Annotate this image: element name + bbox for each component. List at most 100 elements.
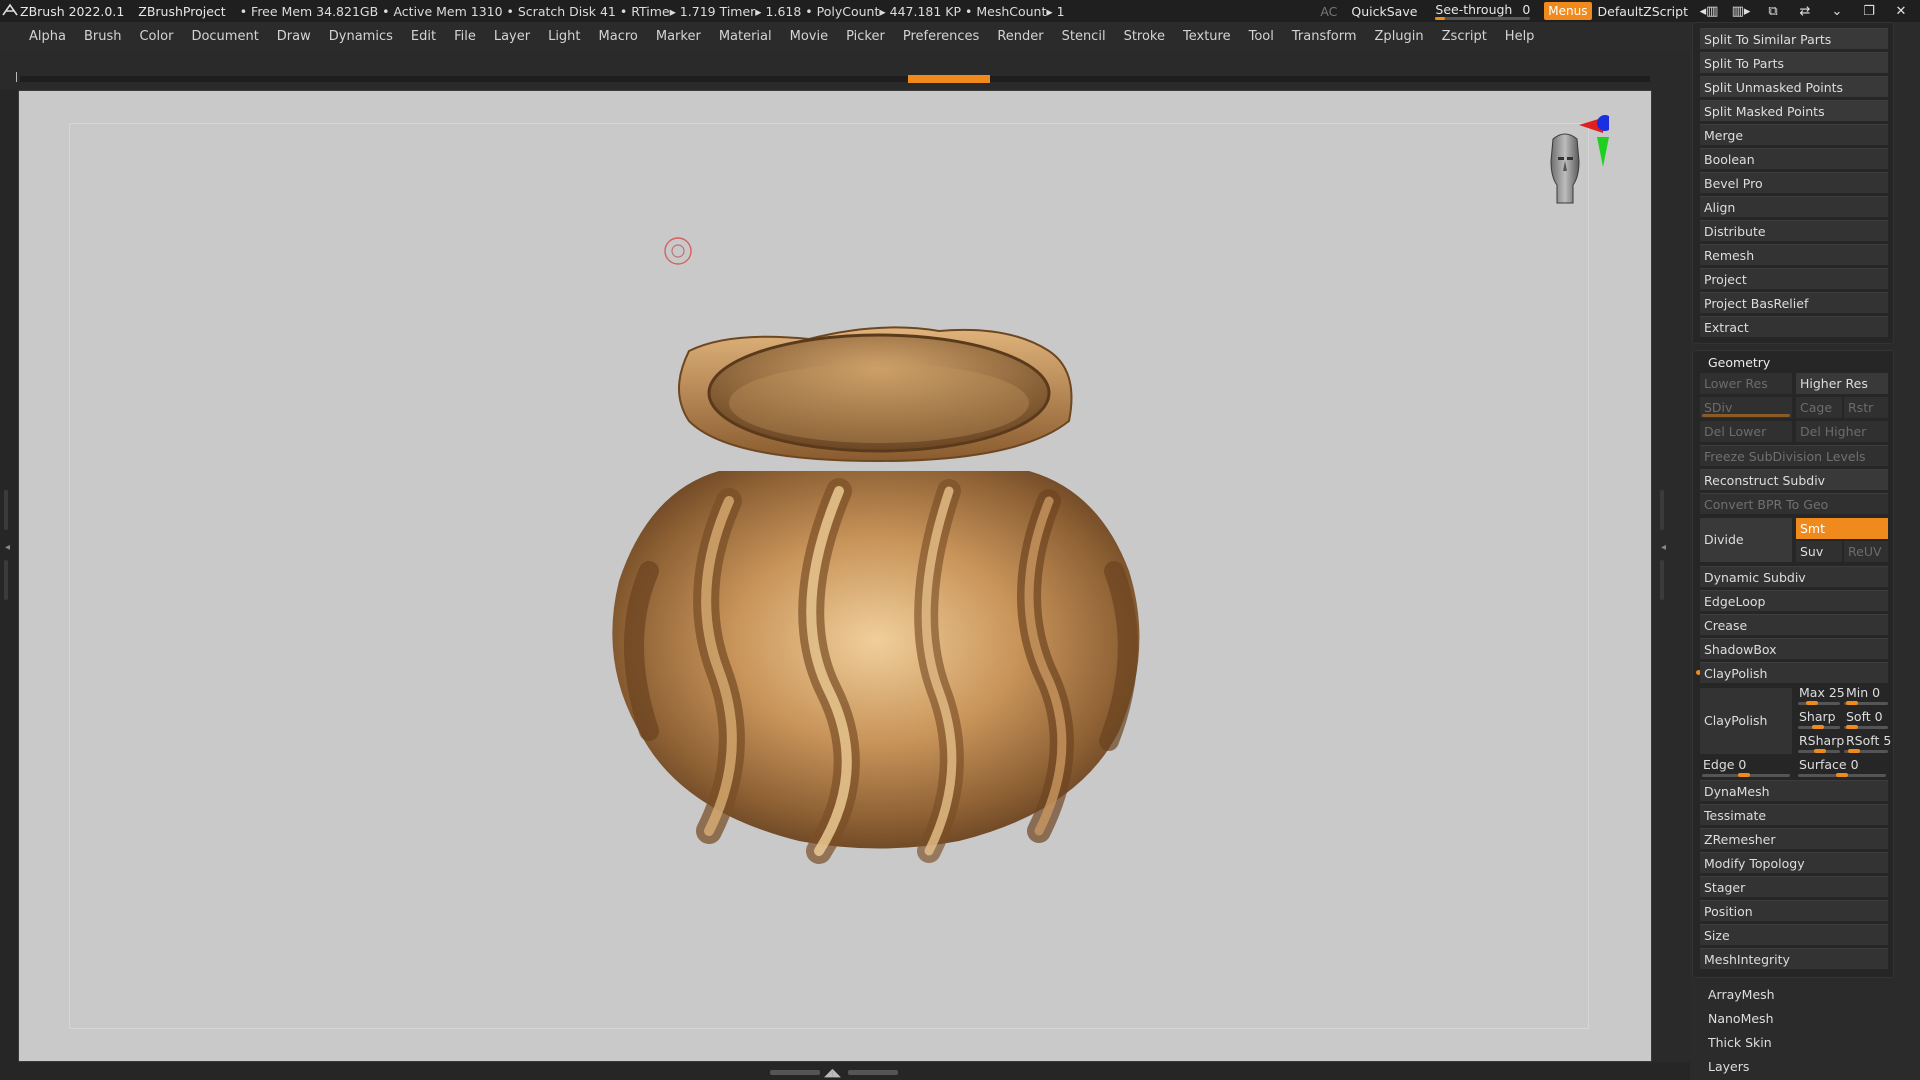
close-icon[interactable]: ✕	[1890, 4, 1912, 19]
boolean-button[interactable]: Boolean	[1700, 148, 1888, 169]
rsoft-slider-handle[interactable]	[1848, 749, 1860, 753]
quicksave-button[interactable]: QuickSave	[1351, 4, 1417, 19]
menu-picker[interactable]: Picker	[837, 29, 894, 44]
layout-next-icon[interactable]: ▥▸	[1730, 4, 1752, 19]
bevel-pro-button[interactable]: Bevel Pro	[1700, 172, 1888, 193]
split-masked-points-button[interactable]: Split Masked Points	[1700, 100, 1888, 121]
surface-slider-handle[interactable]	[1836, 773, 1848, 777]
restore-icon[interactable]: ❐	[1858, 4, 1880, 19]
layers-subpalette[interactable]: Layers	[1708, 1059, 1749, 1074]
bottom-tray-handle[interactable]	[770, 1070, 820, 1075]
right-tray-arrow-icon[interactable]: ◂	[1661, 542, 1666, 553]
min-slider-label[interactable]: Min 0	[1846, 685, 1880, 700]
split-unmasked-points-button[interactable]: Split Unmasked Points	[1700, 76, 1888, 97]
stager-button[interactable]: Stager	[1700, 876, 1888, 897]
smt-toggle[interactable]: Smt	[1796, 518, 1888, 539]
ac-button[interactable]: AC	[1320, 4, 1337, 19]
surface-slider-label[interactable]: Surface 0	[1799, 757, 1859, 772]
cage-button[interactable]: Cage	[1796, 397, 1842, 418]
left-tray[interactable]: ◂	[0, 90, 18, 1080]
nanomesh-subpalette[interactable]: NanoMesh	[1708, 1011, 1774, 1026]
layout-prev-icon[interactable]: ◂▥	[1698, 4, 1720, 19]
bottom-tray-handle-2[interactable]	[848, 1070, 898, 1075]
geometry-title[interactable]: Geometry	[1708, 355, 1770, 370]
align-button[interactable]: Align	[1700, 196, 1888, 217]
bottom-tray[interactable]: ◢◣	[0, 1062, 1690, 1080]
menu-document[interactable]: Document	[182, 29, 267, 44]
menu-layer[interactable]: Layer	[485, 29, 539, 44]
menu-marker[interactable]: Marker	[647, 29, 710, 44]
ui-layout-icon[interactable]: ⧉	[1762, 4, 1784, 19]
project-name[interactable]: ZBrushProject	[138, 4, 225, 19]
menu-brush[interactable]: Brush	[75, 29, 131, 44]
claypolish-button[interactable]: ClayPolish	[1700, 688, 1792, 754]
convert-bpr-button[interactable]: Convert BPR To Geo	[1700, 493, 1888, 514]
distribute-button[interactable]: Distribute	[1700, 220, 1888, 241]
meshintegrity-button[interactable]: MeshIntegrity	[1700, 948, 1888, 969]
size-button[interactable]: Size	[1700, 924, 1888, 945]
menu-file[interactable]: File	[445, 29, 485, 44]
thick-skin-subpalette[interactable]: Thick Skin	[1708, 1035, 1772, 1050]
lower-res-button[interactable]: Lower Res	[1700, 373, 1792, 394]
divide-button[interactable]: Divide	[1700, 518, 1792, 562]
see-through-slider[interactable]: See-through 0	[1435, 2, 1531, 20]
left-tray-handle-2[interactable]	[4, 560, 8, 600]
menu-texture[interactable]: Texture	[1174, 29, 1240, 44]
crease-button[interactable]: Crease	[1700, 614, 1888, 635]
dynamesh-button[interactable]: DynaMesh	[1700, 780, 1888, 801]
rsharp-slider-label[interactable]: RSharp	[1799, 733, 1844, 748]
default-zscript-button[interactable]: DefaultZScript	[1598, 4, 1689, 19]
navigation-gizmo-icon[interactable]	[1509, 99, 1609, 219]
menu-help[interactable]: Help	[1496, 29, 1544, 44]
edge-slider-handle[interactable]	[1738, 773, 1750, 777]
max-slider-label[interactable]: Max 25	[1799, 685, 1845, 700]
arraymesh-subpalette[interactable]: ArrayMesh	[1708, 987, 1775, 1002]
sharp-slider-handle[interactable]	[1812, 725, 1824, 729]
dynamic-subdiv-button[interactable]: Dynamic Subdiv	[1700, 566, 1888, 587]
max-slider-handle[interactable]	[1806, 701, 1818, 705]
canvas-viewport[interactable]	[18, 90, 1652, 1062]
freeze-subdivision-button[interactable]: Freeze SubDivision Levels	[1700, 445, 1888, 466]
higher-res-button[interactable]: Higher Res	[1796, 373, 1888, 394]
remesh-button[interactable]: Remesh	[1700, 244, 1888, 265]
tessimate-button[interactable]: Tessimate	[1700, 804, 1888, 825]
edgeloop-button[interactable]: EdgeLoop	[1700, 590, 1888, 611]
rstr-button[interactable]: Rstr	[1844, 397, 1888, 418]
menu-dynamics[interactable]: Dynamics	[320, 29, 402, 44]
edge-slider-label[interactable]: Edge 0	[1703, 757, 1746, 772]
extract-button[interactable]: Extract	[1700, 316, 1888, 337]
rsoft-slider-label[interactable]: RSoft 5	[1846, 733, 1891, 748]
project-button[interactable]: Project	[1700, 268, 1888, 289]
3d-model-pot[interactable]	[579, 311, 1179, 871]
rsharp-slider-handle[interactable]	[1814, 749, 1826, 753]
left-tray-handle[interactable]	[4, 490, 8, 530]
sharp-slider-label[interactable]: Sharp	[1799, 709, 1836, 724]
menu-transform[interactable]: Transform	[1283, 29, 1366, 44]
menu-preferences[interactable]: Preferences	[894, 29, 988, 44]
claypolish-subpalette[interactable]: ClayPolish	[1700, 662, 1888, 683]
right-tray-handle-2[interactable]	[1660, 560, 1664, 600]
menu-movie[interactable]: Movie	[781, 29, 837, 44]
menu-color[interactable]: Color	[130, 29, 182, 44]
position-button[interactable]: Position	[1700, 900, 1888, 921]
menu-tool[interactable]: Tool	[1240, 29, 1283, 44]
menu-macro[interactable]: Macro	[590, 29, 647, 44]
max-slider-track[interactable]	[1798, 702, 1840, 705]
minimize-icon[interactable]: ⌄	[1826, 4, 1848, 19]
sdiv-slider[interactable]: SDiv	[1700, 397, 1792, 418]
menu-material[interactable]: Material	[710, 29, 781, 44]
soft-slider-label[interactable]: Soft 0	[1846, 709, 1883, 724]
del-lower-button[interactable]: Del Lower	[1700, 421, 1792, 442]
project-basrelief-button[interactable]: Project BasRelief	[1700, 292, 1888, 313]
reuv-button[interactable]: ReUV	[1844, 541, 1888, 562]
shelf-active-tab[interactable]	[908, 75, 990, 83]
menu-alpha[interactable]: Alpha	[20, 29, 75, 44]
merge-button[interactable]: Merge	[1700, 124, 1888, 145]
menus-toggle-button[interactable]: Menus	[1544, 2, 1592, 20]
menu-light[interactable]: Light	[539, 29, 589, 44]
shadowbox-button[interactable]: ShadowBox	[1700, 638, 1888, 659]
split-to-parts-button[interactable]: Split To Parts	[1700, 52, 1888, 73]
expand-bottom-icon[interactable]: ◢◣	[824, 1066, 841, 1079]
split-similar-parts-button[interactable]: Split To Similar Parts	[1700, 28, 1888, 49]
menu-stencil[interactable]: Stencil	[1053, 29, 1115, 44]
